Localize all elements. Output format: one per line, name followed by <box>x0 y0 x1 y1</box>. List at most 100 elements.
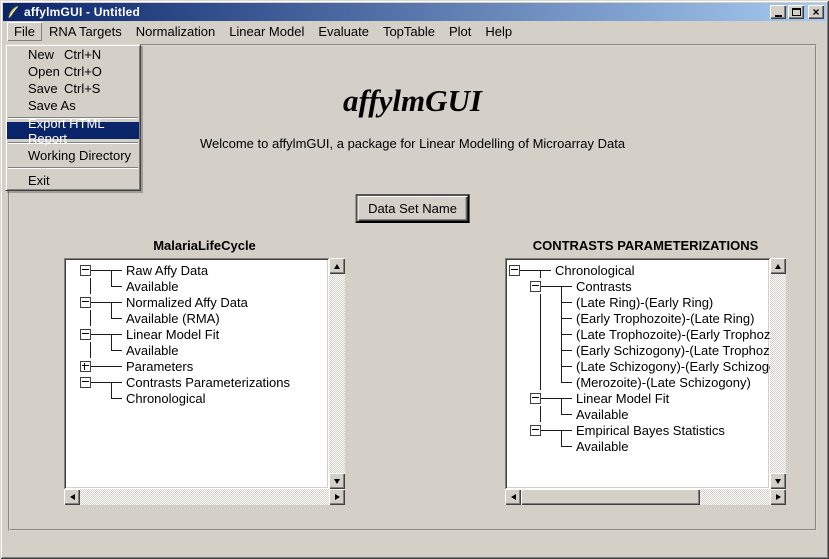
menu-item-new[interactable]: NewCtrl+N <box>7 46 139 63</box>
tree-minus-icon[interactable] <box>80 326 101 342</box>
tree-item-label[interactable]: (Merozoite)-(Late Schizogony) <box>576 375 751 390</box>
menu-evaluate[interactable]: Evaluate <box>311 22 376 41</box>
tree-row[interactable]: (Late Ring)-(Early Ring) <box>509 294 767 310</box>
tree-row[interactable]: Linear Model Fit <box>80 326 326 342</box>
tree-minus-icon[interactable] <box>80 262 101 278</box>
expand-box[interactable] <box>80 329 91 340</box>
tree-row[interactable]: Linear Model Fit <box>509 390 767 406</box>
scroll-right-button[interactable] <box>770 489 786 505</box>
horizontal-scrollbar-thumb[interactable] <box>521 489 700 505</box>
tree-item-label[interactable]: Available (RMA) <box>126 311 220 326</box>
tree-row[interactable]: Available <box>80 278 326 294</box>
tree-row[interactable]: (Late Schizogony)-(Early Schizogony) <box>509 358 767 374</box>
left-vertical-scrollbar[interactable] <box>329 258 345 489</box>
scroll-up-button[interactable] <box>329 258 345 274</box>
tree-item-label[interactable]: Contrasts <box>576 279 632 294</box>
expand-box[interactable] <box>80 297 91 308</box>
expand-box[interactable] <box>80 361 91 372</box>
horizontal-scrollbar-track[interactable] <box>80 489 329 505</box>
tree-item-label[interactable]: (Late Schizogony)-(Early Schizogony) <box>576 359 770 374</box>
tree-item-label[interactable]: Available <box>126 279 179 294</box>
tree-row[interactable]: Empirical Bayes Statistics <box>509 422 767 438</box>
horizontal-scrollbar-track[interactable] <box>521 489 770 505</box>
right-tree-listbox[interactable]: ChronologicalContrasts(Late Ring)-(Early… <box>505 258 770 489</box>
tree-row[interactable]: Available <box>509 406 767 422</box>
tree-item-label[interactable]: Contrasts Parameterizations <box>126 375 290 390</box>
menu-file[interactable]: File <box>7 22 42 41</box>
tree-row[interactable]: Available (RMA) <box>80 310 326 326</box>
expand-box[interactable] <box>80 377 91 388</box>
close-button[interactable]: × <box>808 5 824 19</box>
right-horizontal-scrollbar[interactable] <box>505 489 786 505</box>
tree-spacer <box>509 374 530 390</box>
scroll-right-button[interactable] <box>329 489 345 505</box>
tree-row[interactable]: Chronological <box>509 262 767 278</box>
right-vertical-scrollbar[interactable] <box>770 258 786 489</box>
tree-row[interactable]: (Merozoite)-(Late Schizogony) <box>509 374 767 390</box>
tree-minus-icon[interactable] <box>530 422 551 438</box>
tree-row[interactable]: Chronological <box>80 390 326 406</box>
tree-minus-icon[interactable] <box>80 294 101 310</box>
tree-row[interactable]: Available <box>509 438 767 454</box>
menu-item-working-directory[interactable]: Working Directory <box>7 147 139 164</box>
menu-linear-model[interactable]: Linear Model <box>222 22 311 41</box>
tree-item-label[interactable]: Available <box>576 439 629 454</box>
tree-row[interactable]: Available <box>80 342 326 358</box>
menu-help[interactable]: Help <box>478 22 519 41</box>
menu-item-export-html-report[interactable]: Export HTML Report <box>7 122 139 139</box>
expand-box[interactable] <box>530 425 541 436</box>
tree-item-label[interactable]: Normalized Affy Data <box>126 295 248 310</box>
tree-item-label[interactable]: Chronological <box>555 263 635 278</box>
scroll-left-button[interactable] <box>64 489 80 505</box>
maximize-button[interactable] <box>788 5 804 19</box>
expand-box[interactable] <box>509 265 520 276</box>
menu-plot[interactable]: Plot <box>442 22 478 41</box>
data-set-name-button[interactable]: Data Set Name <box>355 194 470 223</box>
tree-item-label[interactable]: (Early Trophozoite)-(Late Ring) <box>576 311 754 326</box>
tree-item-label[interactable]: Chronological <box>126 391 206 406</box>
tree-item-label[interactable]: Raw Affy Data <box>126 263 208 278</box>
vertical-scrollbar-track[interactable] <box>770 274 786 473</box>
tree-row[interactable]: (Early Trophozoite)-(Late Ring) <box>509 310 767 326</box>
tree-row[interactable]: (Late Trophozoite)-(Early Trophozoite) <box>509 326 767 342</box>
tree-item-label[interactable]: (Early Schizogony)-(Late Trophozoite) <box>576 343 770 358</box>
titlebar[interactable]: affylmGUI - Untitled × <box>3 3 826 21</box>
expand-box[interactable] <box>530 281 541 292</box>
tree-item-label[interactable]: Parameters <box>126 359 193 374</box>
tree-item-label[interactable]: (Late Trophozoite)-(Early Trophozoite) <box>576 327 770 342</box>
tree-row[interactable]: Parameters <box>80 358 326 374</box>
tree-minus-icon[interactable] <box>530 390 551 406</box>
menu-rna-targets[interactable]: RNA Targets <box>42 22 129 41</box>
menu-item-save[interactable]: SaveCtrl+S <box>7 80 139 97</box>
scroll-left-button[interactable] <box>505 489 521 505</box>
left-horizontal-scrollbar[interactable] <box>64 489 345 505</box>
tree-row[interactable]: Normalized Affy Data <box>80 294 326 310</box>
tree-minus-icon[interactable] <box>509 262 530 278</box>
menu-item-open[interactable]: OpenCtrl+O <box>7 63 139 80</box>
tree-row[interactable]: (Early Schizogony)-(Late Trophozoite) <box>509 342 767 358</box>
tree-item-label[interactable]: Linear Model Fit <box>576 391 669 406</box>
tree-row[interactable]: Raw Affy Data <box>80 262 326 278</box>
tree-item-label[interactable]: (Late Ring)-(Early Ring) <box>576 295 713 310</box>
scroll-up-button[interactable] <box>770 258 786 274</box>
left-tree-listbox[interactable]: Raw Affy DataAvailableNormalized Affy Da… <box>64 258 329 489</box>
menu-normalization[interactable]: Normalization <box>129 22 222 41</box>
expand-box[interactable] <box>80 265 91 276</box>
tree-plus-icon[interactable] <box>80 358 101 374</box>
minimize-button[interactable] <box>770 5 786 19</box>
tree-item-label[interactable]: Available <box>126 343 179 358</box>
menu-item-exit[interactable]: Exit <box>7 172 139 189</box>
tree-row[interactable]: Contrasts <box>509 278 767 294</box>
vertical-scrollbar-track[interactable] <box>329 274 345 473</box>
tree-row[interactable]: Contrasts Parameterizations <box>80 374 326 390</box>
menu-item-save-as[interactable]: Save As <box>7 97 139 114</box>
expand-box[interactable] <box>530 393 541 404</box>
scroll-down-button[interactable] <box>329 473 345 489</box>
tree-item-label[interactable]: Linear Model Fit <box>126 327 219 342</box>
tree-minus-icon[interactable] <box>80 374 101 390</box>
tree-item-label[interactable]: Available <box>576 407 629 422</box>
menu-toptable[interactable]: TopTable <box>376 22 442 41</box>
scroll-down-button[interactable] <box>770 473 786 489</box>
tree-minus-icon[interactable] <box>530 278 551 294</box>
tree-item-label[interactable]: Empirical Bayes Statistics <box>576 423 725 438</box>
